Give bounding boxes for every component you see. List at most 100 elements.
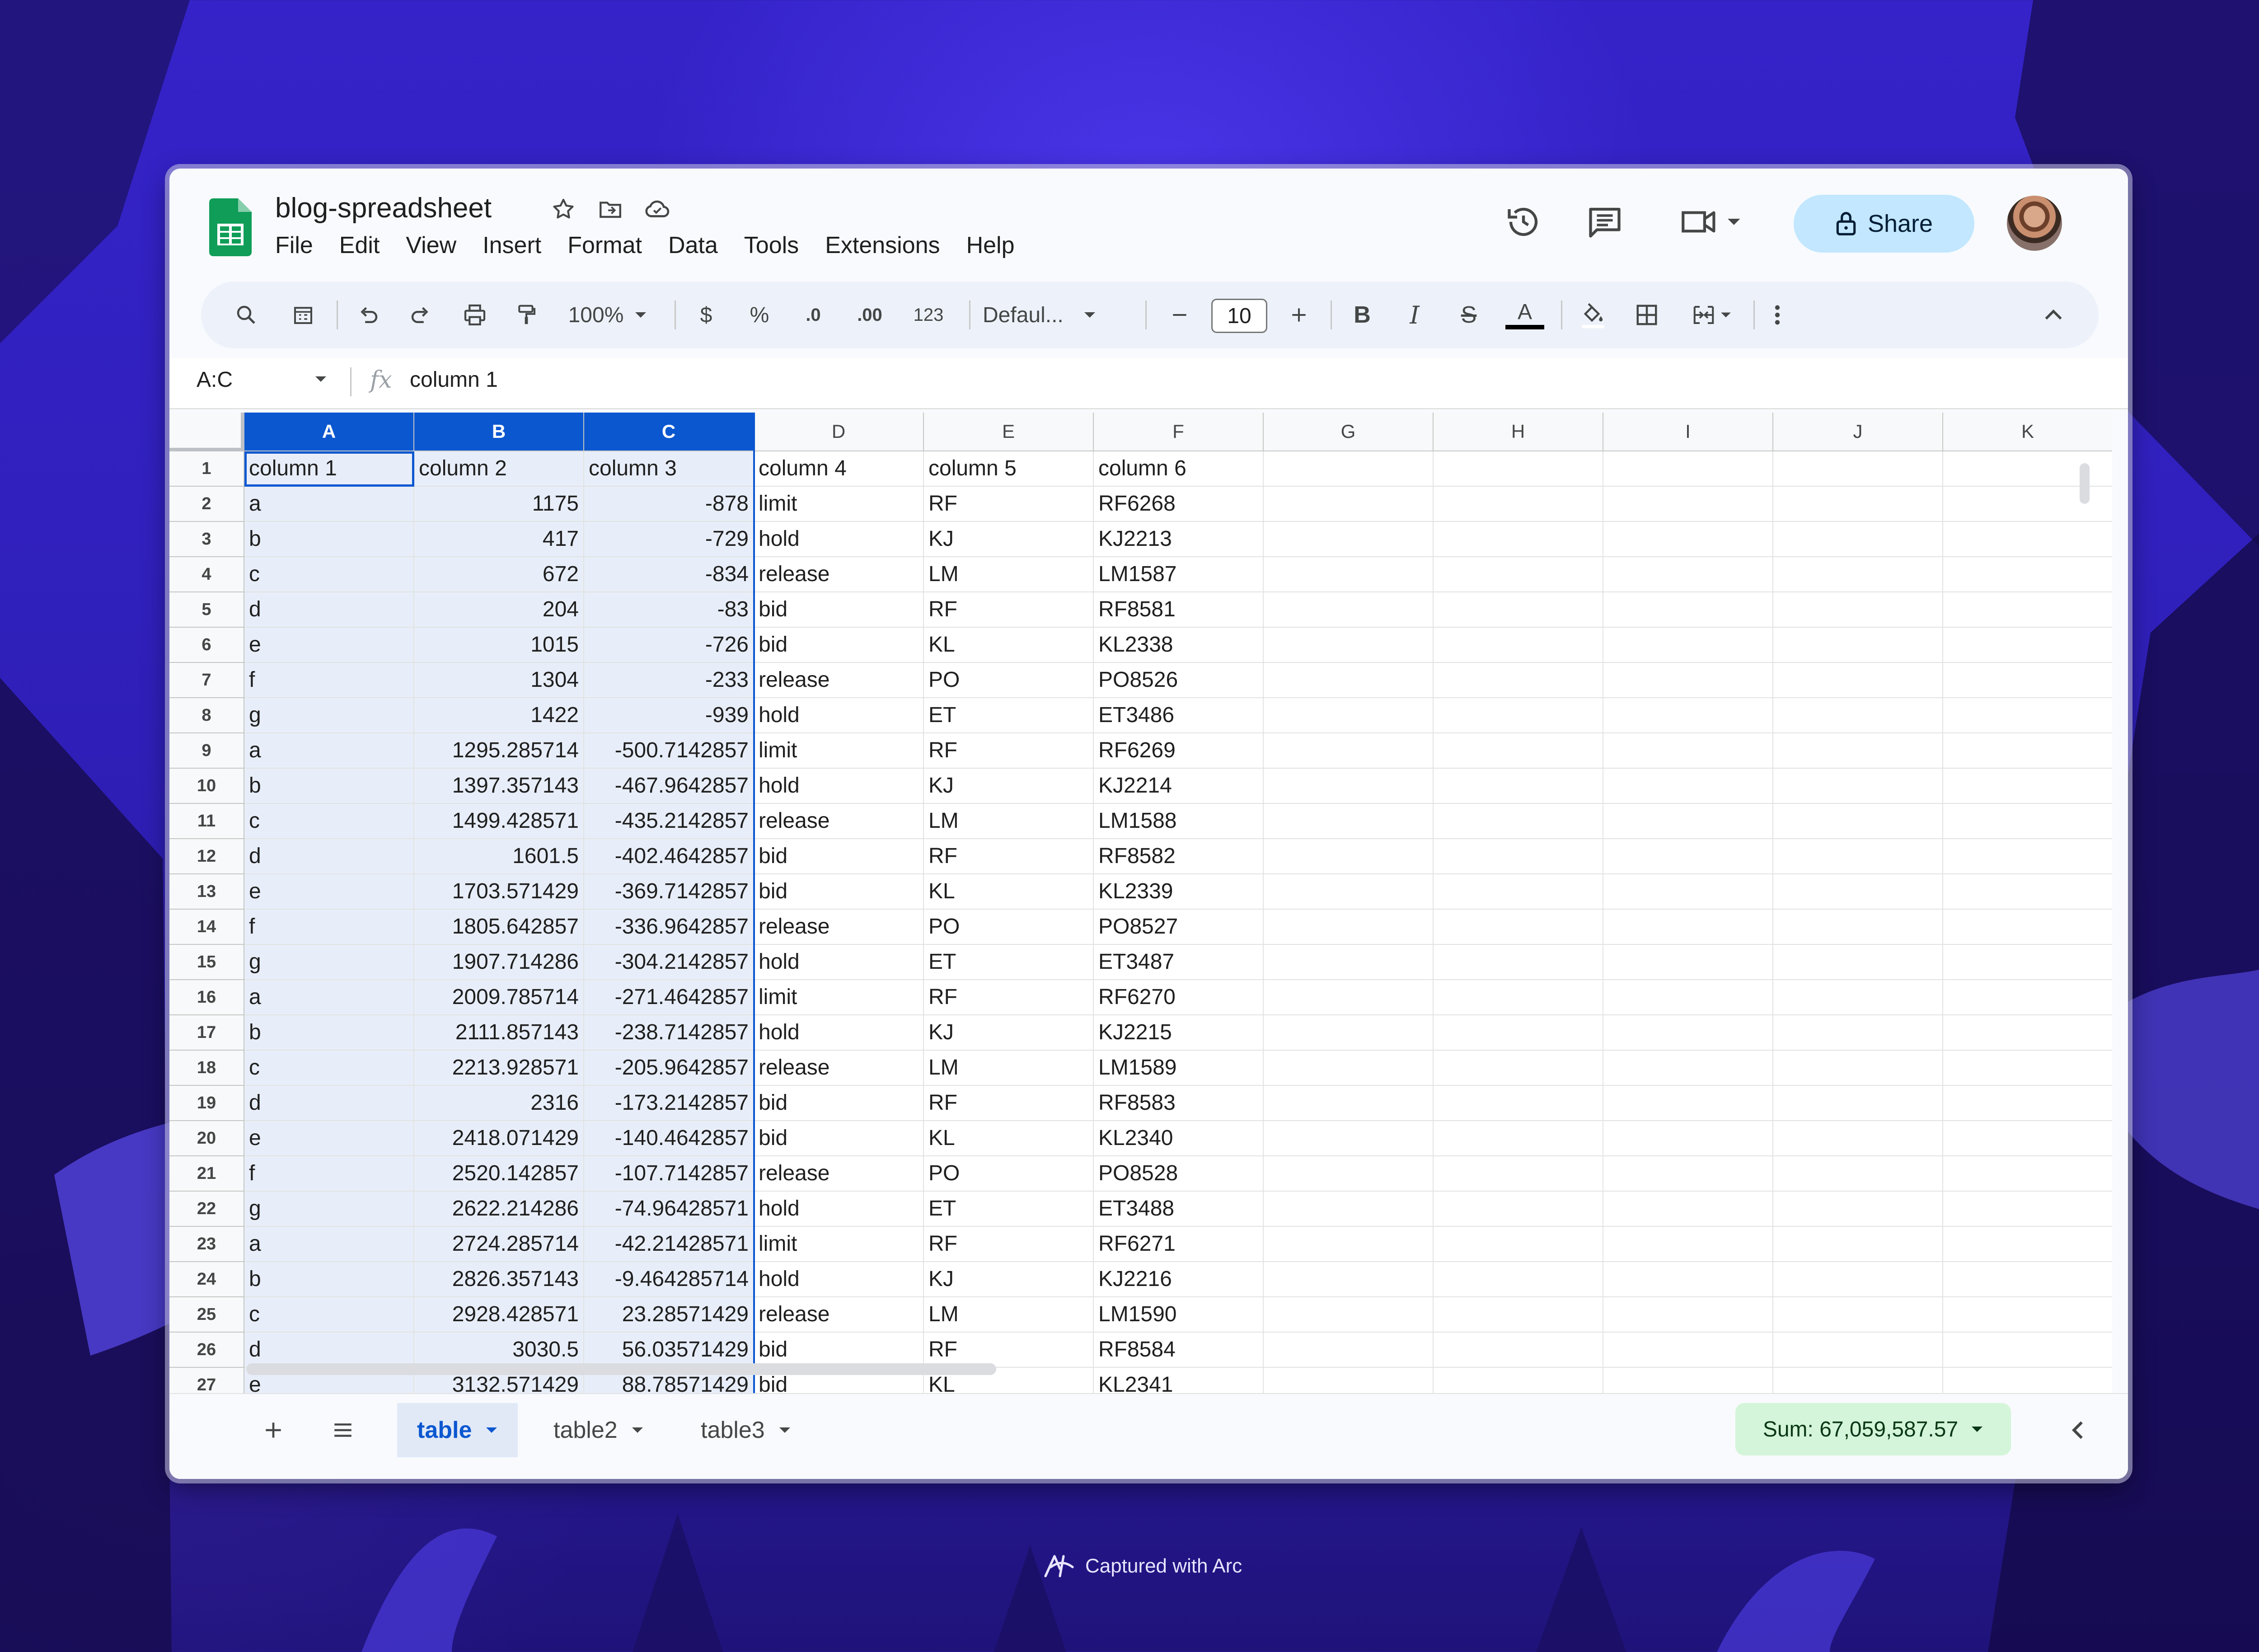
menu-file[interactable]: File	[275, 232, 313, 259]
cell-a9[interactable]: a	[244, 733, 414, 769]
column-header-a[interactable]: A	[244, 413, 414, 451]
cell-g17[interactable]	[1264, 1015, 1434, 1051]
cell-f2[interactable]: RF6268	[1094, 487, 1264, 522]
menu-data[interactable]: Data	[668, 232, 718, 259]
cell-h6[interactable]	[1434, 628, 1603, 663]
cell-i14[interactable]	[1603, 910, 1773, 945]
add-sheet-icon[interactable]	[255, 1412, 291, 1448]
cell-b23[interactable]: 2724.285714	[414, 1227, 584, 1262]
paint-format-icon[interactable]	[508, 299, 544, 331]
cell-f11[interactable]: LM1588	[1094, 804, 1264, 839]
spreadsheet-grid[interactable]: A B C D E F G H I J K 1 column 1 column 2 column 3 colu…	[169, 413, 2112, 1393]
cell-e24[interactable]: KJ	[924, 1262, 1094, 1297]
cell-a24[interactable]: b	[244, 1262, 414, 1297]
cell-d16[interactable]: limit	[754, 980, 924, 1015]
cell-h17[interactable]	[1434, 1015, 1603, 1051]
percent-format-button[interactable]: %	[741, 299, 778, 331]
cell-a2[interactable]: a	[244, 487, 414, 522]
row-header[interactable]: 27	[169, 1368, 244, 1393]
row-header[interactable]: 17	[169, 1015, 244, 1051]
cell-f10[interactable]: KJ2214	[1094, 769, 1264, 804]
cell-f17[interactable]: KJ2215	[1094, 1015, 1264, 1051]
cell-j11[interactable]	[1773, 804, 1943, 839]
cell-b22[interactable]: 2622.214286	[414, 1192, 584, 1227]
column-header-f[interactable]: F	[1094, 413, 1264, 451]
currency-format-button[interactable]: $	[688, 299, 724, 331]
cell-d3[interactable]: hold	[754, 522, 924, 557]
column-header-j[interactable]: J	[1773, 413, 1943, 451]
cell-d23[interactable]: limit	[754, 1227, 924, 1262]
cell-j1[interactable]	[1773, 451, 1943, 487]
cell-a18[interactable]: c	[244, 1051, 414, 1086]
hide-menus-chevron-up-icon[interactable]	[2035, 299, 2072, 331]
cell-g20[interactable]	[1264, 1121, 1434, 1156]
cell-g12[interactable]	[1264, 839, 1434, 874]
cell-i10[interactable]	[1603, 769, 1773, 804]
cell-d21[interactable]: release	[754, 1156, 924, 1192]
cell-d20[interactable]: bid	[754, 1121, 924, 1156]
cell-i21[interactable]	[1603, 1156, 1773, 1192]
decrease-font-size-icon[interactable]	[1162, 299, 1198, 331]
cell-a12[interactable]: d	[244, 839, 414, 874]
column-header-h[interactable]: H	[1434, 413, 1603, 451]
cell-f8[interactable]: ET3486	[1094, 698, 1264, 733]
cell-e14[interactable]: PO	[924, 910, 1094, 945]
column-header-b[interactable]: B	[414, 413, 584, 451]
row-header[interactable]: 23	[169, 1227, 244, 1262]
cell-e15[interactable]: ET	[924, 945, 1094, 980]
cell-g5[interactable]	[1264, 592, 1434, 628]
increase-decimal-button[interactable]: .00	[847, 299, 892, 331]
row-header[interactable]: 7	[169, 663, 244, 698]
cell-b18[interactable]: 2213.928571	[414, 1051, 584, 1086]
number-format-button[interactable]: 123	[906, 299, 951, 331]
cell-a10[interactable]: b	[244, 769, 414, 804]
cell-b2[interactable]: 1175	[414, 487, 584, 522]
cell-f23[interactable]: RF6271	[1094, 1227, 1264, 1262]
row-header[interactable]: 15	[169, 945, 244, 980]
cell-b9[interactable]: 1295.285714	[414, 733, 584, 769]
cell-h9[interactable]	[1434, 733, 1603, 769]
cell-f7[interactable]: PO8526	[1094, 663, 1264, 698]
cell-g25[interactable]	[1264, 1297, 1434, 1333]
cell-c20[interactable]: -140.4642857	[584, 1121, 754, 1156]
cell-f24[interactable]: KJ2216	[1094, 1262, 1264, 1297]
column-header-g[interactable]: G	[1264, 413, 1434, 451]
menu-help[interactable]: Help	[966, 232, 1015, 259]
cell-j18[interactable]	[1773, 1051, 1943, 1086]
cell-i1[interactable]	[1603, 451, 1773, 487]
menu-format[interactable]: Format	[567, 232, 642, 259]
font-size-input[interactable]: 10	[1211, 299, 1267, 333]
cell-h2[interactable]	[1434, 487, 1603, 522]
cell-j23[interactable]	[1773, 1227, 1943, 1262]
cell-i16[interactable]	[1603, 980, 1773, 1015]
cell-b3[interactable]: 417	[414, 522, 584, 557]
row-header[interactable]: 9	[169, 733, 244, 769]
cell-i6[interactable]	[1603, 628, 1773, 663]
cell-e5[interactable]: RF	[924, 592, 1094, 628]
cell-a25[interactable]: c	[244, 1297, 414, 1333]
cell-j22[interactable]	[1773, 1192, 1943, 1227]
cell-b4[interactable]: 672	[414, 557, 584, 592]
strikethrough-button[interactable]: S	[1451, 299, 1487, 331]
cell-c14[interactable]: -336.9642857	[584, 910, 754, 945]
row-header[interactable]: 5	[169, 592, 244, 628]
cell-b13[interactable]: 1703.571429	[414, 874, 584, 910]
cell-f6[interactable]: KL2338	[1094, 628, 1264, 663]
cell-i5[interactable]	[1603, 592, 1773, 628]
more-options-icon[interactable]	[1762, 299, 1793, 331]
cell-d13[interactable]: bid	[754, 874, 924, 910]
cell-g18[interactable]	[1264, 1051, 1434, 1086]
cell-f21[interactable]: PO8528	[1094, 1156, 1264, 1192]
cell-g7[interactable]	[1264, 663, 1434, 698]
sum-explore-button[interactable]: Sum: 67,059,587.57	[1735, 1403, 2011, 1455]
cell-h10[interactable]	[1434, 769, 1603, 804]
chevron-down-icon[interactable]	[314, 375, 328, 384]
cell-h16[interactable]	[1434, 980, 1603, 1015]
cell-a5[interactable]: d	[244, 592, 414, 628]
row-header[interactable]: 13	[169, 874, 244, 910]
cell-f9[interactable]: RF6269	[1094, 733, 1264, 769]
cell-d8[interactable]: hold	[754, 698, 924, 733]
sheet-tab-table2[interactable]: table2	[534, 1403, 664, 1457]
cell-g15[interactable]	[1264, 945, 1434, 980]
cell-c8[interactable]: -939	[584, 698, 754, 733]
